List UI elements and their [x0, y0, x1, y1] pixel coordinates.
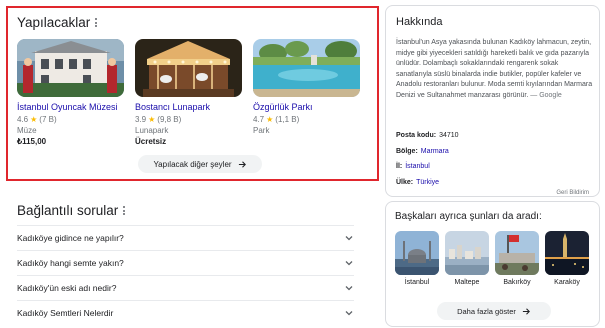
show-more-button[interactable]: Daha fazla göster [437, 302, 551, 320]
related-place-label: İstanbul [404, 279, 430, 286]
about-panel: Hakkında İstanbul'un Asya yakasında bulu… [385, 5, 600, 197]
about-source-link[interactable]: — Google [530, 92, 562, 99]
review-count: (1,1 B) [275, 115, 300, 124]
fact-country: Ülke: Türkiye [396, 179, 459, 195]
question-item[interactable]: Kadıköy hangi semte yakın? [17, 250, 354, 275]
fact-label: İl: [396, 163, 403, 170]
question-text: Kadıköy hangi semte yakın? [17, 258, 124, 268]
people-also-search-title: Başkaları ayrıca şunları da aradı: [395, 211, 542, 222]
place-card-ozgurluk-park[interactable]: Özgürlük Parkı 4.7 ★ (1,1 B) Park [253, 39, 360, 146]
related-place-karakoy[interactable]: Karaköy [545, 231, 589, 286]
question-text: Kadıköye gidince ne yapılır? [17, 233, 124, 243]
place-price: ₺115,00 [17, 137, 47, 146]
chevron-down-icon [345, 261, 353, 266]
place-rating-row: 4.7 ★ (1,1 B) [253, 115, 360, 124]
about-description-text: İstanbul'un Asya yakasında bulunan Kadık… [396, 39, 593, 99]
fact-label: Posta kodu: [396, 132, 437, 139]
things-to-do-section: Yapılacaklar İstanbul Oyuncak Müzesi 4.6… [6, 6, 379, 181]
review-count: (7 B) [39, 115, 57, 124]
istanbul-image [395, 231, 439, 275]
feedback-link[interactable]: Geri Bildirim [556, 190, 589, 196]
place-type: Lunapark [135, 126, 169, 135]
related-place-label: Maltepe [454, 279, 480, 286]
question-item[interactable]: Kadıköy'ün eski adı nedir? [17, 275, 354, 300]
place-name: İstanbul Oyuncak Müzesi [17, 102, 118, 112]
related-questions-list: Kadıköye gidince ne yapılır? Kadıköy han… [17, 225, 354, 325]
maltepe-image [445, 231, 489, 275]
arrow-right-icon [238, 160, 246, 168]
fact-value-link[interactable]: İstanbul [405, 163, 430, 179]
fact-postal-code: Posta kodu: 34710 [396, 132, 459, 148]
rating-value: 3.9 [135, 115, 147, 124]
things-to-do-header: Yapılacaklar [17, 15, 98, 30]
related-questions-title: Bağlantılı sorular [17, 203, 119, 218]
rating-value: 4.7 [253, 115, 265, 124]
things-to-do-title: Yapılacaklar [17, 15, 91, 30]
arrow-right-icon [522, 307, 530, 315]
about-title: Hakkında [396, 16, 443, 28]
fact-value-link[interactable]: Türkiye [416, 179, 439, 195]
place-card-lunapark[interactable]: Bostancı Lunapark 3.9 ★ (9,8 B) Lunapark… [135, 39, 242, 146]
fact-value: 34710 [439, 132, 459, 139]
toy-museum-image [17, 39, 124, 97]
about-description: İstanbul'un Asya yakasında bulunan Kadık… [396, 38, 593, 101]
place-card-toy-museum[interactable]: İstanbul Oyuncak Müzesi 4.6 ★ (7 B) Müze… [17, 39, 124, 146]
chevron-down-icon [345, 311, 353, 316]
place-price: Ücretsiz [135, 137, 167, 146]
fact-label: Ülke: [396, 178, 414, 186]
rating-value: 4.6 [17, 115, 29, 124]
lunapark-image [135, 39, 242, 97]
star-icon: ★ [266, 115, 274, 124]
chevron-down-icon [345, 236, 353, 241]
question-text: Kadıköy Semtleri Nelerdir [17, 308, 114, 318]
more-things-label: Yapılacak diğer şeyler [153, 159, 232, 169]
related-place-istanbul[interactable]: İstanbul [395, 231, 439, 286]
more-options-icon[interactable] [123, 206, 126, 215]
fact-value-link[interactable]: Marmara [421, 148, 449, 164]
fact-province: İl: İstanbul [396, 163, 459, 179]
related-place-maltepe[interactable]: Maltepe [445, 231, 489, 286]
more-options-icon[interactable] [95, 18, 98, 27]
karakoy-image [545, 231, 589, 275]
show-more-label: Daha fazla göster [457, 306, 516, 316]
chevron-down-icon [345, 286, 353, 291]
related-questions-header: Bağlantılı sorular [17, 203, 126, 218]
place-type: Müze [17, 126, 37, 135]
about-facts: Posta kodu: 34710 Bölge: Marmara İl: İst… [396, 132, 459, 194]
review-count: (9,8 B) [157, 115, 182, 124]
park-image [253, 39, 360, 97]
people-also-search-panel: Başkaları ayrıca şunları da aradı: İstan… [385, 201, 600, 327]
more-things-to-do-button[interactable]: Yapılacak diğer şeyler [138, 155, 262, 173]
place-name: Özgürlük Parkı [253, 102, 313, 112]
star-icon: ★ [148, 115, 156, 124]
related-place-label: Bakırköy [503, 279, 531, 286]
star-icon: ★ [30, 115, 38, 124]
fact-label: Bölge: [396, 147, 418, 155]
question-item[interactable]: Kadıköy Semtleri Nelerdir [17, 300, 354, 325]
place-type: Park [253, 126, 270, 135]
fact-region: Bölge: Marmara [396, 148, 459, 164]
bakirkoy-image [495, 231, 539, 275]
place-rating-row: 4.6 ★ (7 B) [17, 115, 124, 124]
related-place-label: Karaköy [554, 279, 580, 286]
question-item[interactable]: Kadıköye gidince ne yapılır? [17, 225, 354, 250]
question-text: Kadıköy'ün eski adı nedir? [17, 283, 117, 293]
related-place-bakirkoy[interactable]: Bakırköy [495, 231, 539, 286]
place-rating-row: 3.9 ★ (9,8 B) [135, 115, 242, 124]
place-name: Bostancı Lunapark [135, 102, 211, 112]
